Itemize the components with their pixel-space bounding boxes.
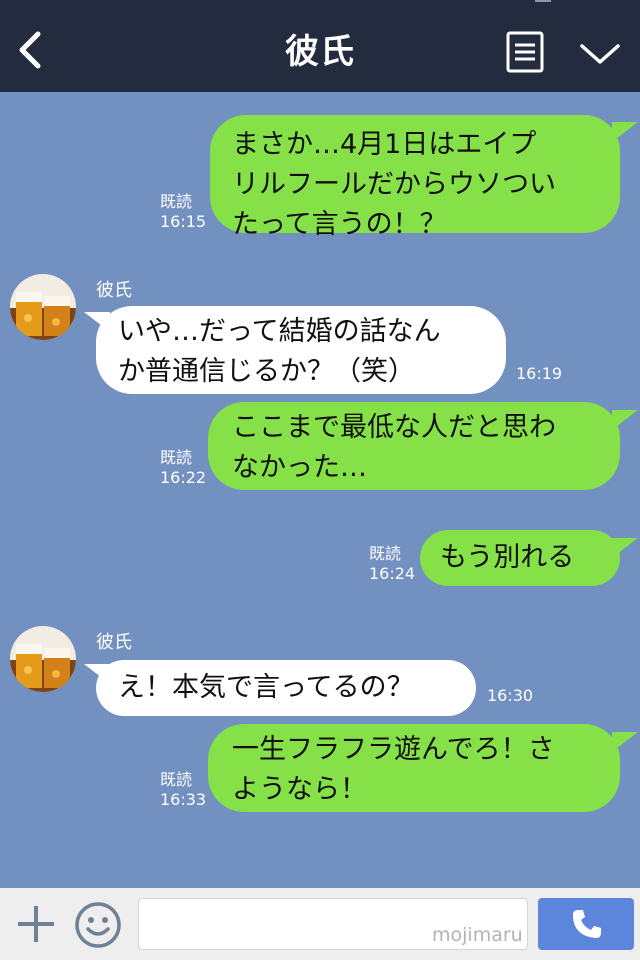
avatar[interactable] <box>10 274 76 340</box>
message-line: いや…だって結婚の話なん <box>118 316 441 347</box>
bubble-tail <box>612 732 638 752</box>
message-time: 16:30 <box>487 686 534 705</box>
read-receipt: 既読 <box>160 770 193 789</box>
beer-photo-icon <box>10 626 76 692</box>
message-bubble-sent[interactable]: ここまで最低な人だと思わ なかった… <box>208 402 620 490</box>
message-bubble-sent[interactable]: もう別れる <box>420 530 620 586</box>
message-bubble-received[interactable]: え！本気で言ってるの？ <box>96 660 476 716</box>
message-line: もう別れる <box>440 542 575 573</box>
message-time: 16:33 <box>160 790 207 809</box>
message-status: 既読 16:22 <box>160 448 206 488</box>
watermark-text: mojimaru <box>432 924 523 946</box>
message-line: たって言うの！？ <box>232 209 447 240</box>
call-button[interactable] <box>538 898 634 950</box>
status-indicator <box>535 0 551 2</box>
message-time: 16:24 <box>369 564 416 583</box>
message-bubble-sent[interactable]: 一生フラフラ遊んでろ！さ ようなら！ <box>208 724 620 812</box>
message-line: ようなら！ <box>232 774 367 805</box>
message-line: え！本気で言ってるの？ <box>118 672 414 703</box>
message-time: 16:22 <box>160 468 207 487</box>
message-time: 16:15 <box>160 212 207 231</box>
read-receipt: 既読 <box>160 192 193 211</box>
chat-title: 彼氏 <box>285 32 355 72</box>
message-line: ここまで最低な人だと思わ <box>232 412 556 443</box>
message-status: 既読 16:24 <box>369 544 415 584</box>
message-line: なかった… <box>232 452 367 483</box>
expand-button[interactable] <box>578 40 622 68</box>
document-menu-icon <box>506 31 544 73</box>
header-bar: 彼氏 <box>0 0 640 92</box>
menu-button[interactable] <box>506 31 544 73</box>
sender-name: 彼氏 <box>96 632 132 653</box>
bubble-tail <box>612 122 638 142</box>
message-bubble-sent[interactable]: まさか…4月1日はエイプ リルフールだからウソつい たって言うの！？ <box>210 115 620 240</box>
avatar[interactable] <box>10 626 76 692</box>
beer-photo-icon <box>10 274 76 340</box>
bubble-tail <box>612 538 638 558</box>
chat-area[interactable]: 既読 16:15 まさか…4月1日はエイプ リルフールだからウソつい たって言う… <box>0 92 640 888</box>
chevron-down-icon <box>580 44 620 64</box>
message-composer: mojimaru <box>0 888 640 960</box>
message-line: か普通信じるか？（笑） <box>118 356 415 387</box>
add-button[interactable] <box>14 902 58 946</box>
plus-icon <box>18 906 54 942</box>
read-receipt: 既読 <box>369 544 402 563</box>
phone-icon <box>573 910 601 938</box>
read-receipt: 既読 <box>160 448 193 467</box>
smiley-icon <box>75 902 121 948</box>
message-time: 16:19 <box>516 364 563 383</box>
bubble-tail <box>612 410 638 430</box>
message-bubble-received[interactable]: いや…だって結婚の話なん か普通信じるか？（笑） <box>96 306 506 394</box>
sender-name: 彼氏 <box>96 280 132 301</box>
emoji-button[interactable] <box>74 901 122 949</box>
message-line: 一生フラフラ遊んでろ！さ <box>232 734 555 765</box>
message-line: リルフールだからウソつい <box>232 169 556 200</box>
message-status: 既読 16:15 <box>160 192 206 232</box>
message-line: まさか…4月1日はエイプ <box>232 129 537 160</box>
message-status: 既読 16:33 <box>160 770 206 810</box>
